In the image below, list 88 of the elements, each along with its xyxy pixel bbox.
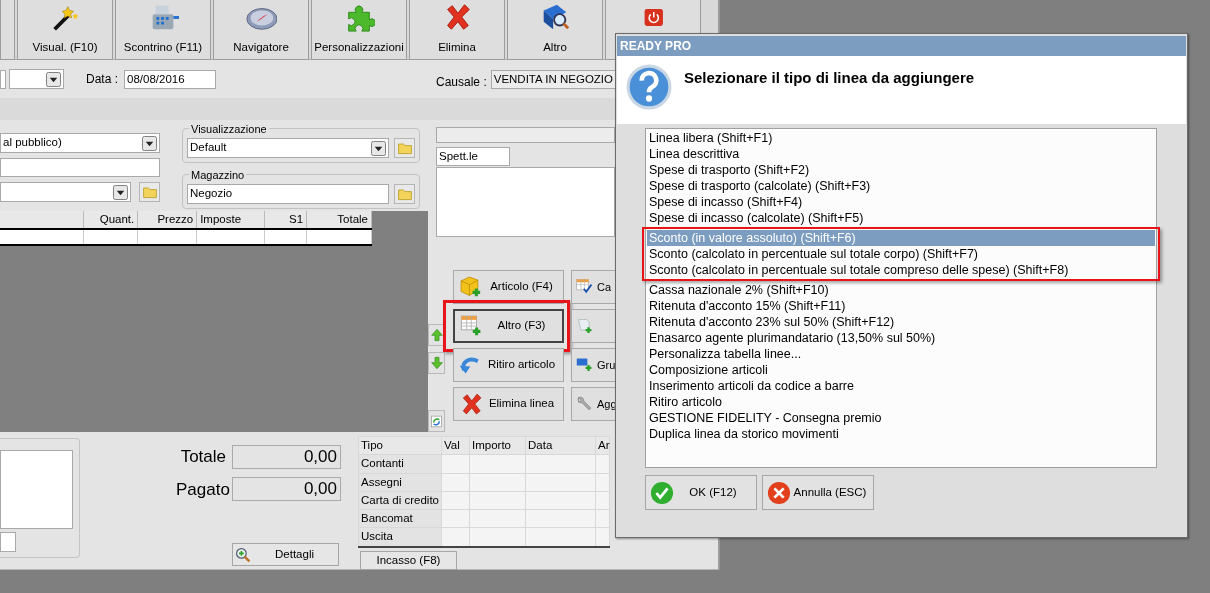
arrow-up-icon — [429, 328, 444, 342]
table-cell — [83, 229, 138, 246]
dropdown-field[interactable] — [9, 69, 64, 89]
caret-icon — [46, 71, 61, 87]
action-button[interactable]: Ritiro articolo — [453, 348, 564, 382]
list-item[interactable]: Composizione articoli — [647, 362, 1155, 378]
toolbar-button[interactable]: Elimina — [409, 0, 505, 60]
action-button[interactable]: Elimina linea — [453, 387, 564, 421]
table-cell — [137, 229, 197, 246]
table-cell — [264, 229, 307, 246]
zoom-in-icon — [235, 546, 251, 563]
folder-button[interactable] — [394, 138, 415, 158]
column-header: S1 — [264, 211, 307, 230]
amount-field: 0,00 — [232, 444, 341, 469]
column-header: Tipo — [358, 436, 442, 455]
dropdown-field[interactable]: al pubblico) — [0, 133, 160, 153]
field-label: Data : — [86, 71, 118, 88]
cancel-icon — [767, 480, 791, 505]
details-button[interactable]: Dettagli — [232, 543, 339, 566]
arrow-down-icon — [429, 356, 444, 370]
input-field[interactable]: Negozio — [187, 184, 390, 204]
list-item[interactable]: Inserimento articoli da codice a barre — [647, 378, 1155, 394]
list-item[interactable]: Spese di trasporto (calcolate) (Shift+F3) — [647, 178, 1155, 194]
toolbar-button[interactable]: Navigatore — [213, 0, 309, 60]
refresh-button[interactable] — [428, 410, 445, 432]
list-item[interactable]: Ritiro articolo — [647, 394, 1155, 410]
question-icon — [626, 64, 672, 110]
folder-button[interactable] — [139, 182, 160, 202]
field-label: Causale : — [436, 74, 487, 91]
toolbar-button[interactable] — [0, 0, 15, 60]
list-item[interactable]: Linea descrittiva — [647, 146, 1155, 162]
list-item[interactable]: Spese di trasporto (Shift+F2) — [647, 162, 1155, 178]
text-area[interactable] — [436, 166, 615, 237]
caret-icon — [113, 184, 128, 200]
cash-button[interactable]: Incasso (F8) — [360, 550, 457, 570]
folder-icon — [396, 186, 413, 202]
dropdown-field[interactable]: Default — [187, 138, 390, 158]
list-item[interactable]: GESTIONE FIDELITY - Consegna premio — [647, 410, 1155, 426]
dropdown-field[interactable] — [0, 182, 131, 202]
toolbar-button[interactable]: Personalizzazioni — [311, 0, 407, 60]
column-header: Importo — [469, 436, 526, 455]
input-field[interactable] — [436, 127, 615, 143]
date-field[interactable]: 08/08/2016 — [124, 69, 216, 89]
column-header: Quant. — [83, 211, 138, 230]
column-header: Data — [525, 436, 596, 455]
list-item[interactable]: Ritenuta d'acconto 15% (Shift+F11) — [647, 298, 1155, 314]
window-title: READY PRO — [617, 36, 1186, 56]
table-cell — [306, 229, 372, 246]
dialog-button[interactable]: OK (F12) — [645, 475, 757, 510]
amount-field: 0,00 — [232, 477, 341, 502]
column-header: Val — [441, 436, 470, 455]
column-header: Prezzo — [137, 211, 197, 230]
input-field[interactable] — [0, 532, 16, 552]
folder-icon — [396, 140, 413, 156]
list-item[interactable]: Enasarco agente plurimandatario (13,50% sul 50%) — [647, 330, 1155, 346]
list-item[interactable]: Ritenuta d'acconto 23% sul 50% (Shift+F12) — [647, 314, 1155, 330]
list-item[interactable]: Cassa nazionale 2% (Shift+F10) — [647, 282, 1155, 298]
toolbar-button[interactable]: Altro — [507, 0, 603, 60]
caret-icon — [371, 140, 387, 156]
column-header: Imposte — [196, 211, 265, 230]
total-label: Totale — [179, 446, 226, 468]
action-button[interactable] — [571, 309, 615, 343]
input-field[interactable]: Spett.le — [436, 146, 510, 166]
list-item[interactable]: Duplica linea da storico movimenti — [647, 426, 1155, 442]
input-field[interactable] — [0, 69, 6, 89]
check-icon — [650, 480, 674, 505]
refresh-icon — [429, 413, 444, 429]
list-item[interactable]: Linea libera (Shift+F1) — [647, 130, 1155, 146]
action-button[interactable]: Altro (F3) — [453, 309, 564, 343]
list-item[interactable]: Personalizza tabella linee... — [647, 346, 1155, 362]
list-item[interactable]: Sconto (calcolato in percentuale sul totale corpo) (Shift+F7) — [647, 246, 1155, 262]
table-cell — [196, 229, 265, 246]
folder-icon — [141, 184, 158, 200]
folder-button[interactable] — [394, 184, 415, 204]
action-button[interactable]: Ca — [571, 270, 615, 304]
move-button[interactable] — [428, 352, 445, 374]
dialog-button[interactable]: Annulla (ESC) — [762, 475, 874, 510]
caret-icon — [142, 135, 157, 151]
dialog-prompt: Selezionare il tipo di linea da aggiungere — [684, 68, 975, 88]
action-button[interactable]: Gru — [571, 348, 615, 382]
text-area[interactable] — [0, 450, 73, 529]
list-item[interactable]: Spese di incasso (calcolate) (Shift+F5) — [647, 210, 1155, 226]
list-item[interactable]: Spese di incasso (Shift+F4) — [647, 194, 1155, 210]
toolbar-button[interactable]: Visual. (F10) — [17, 0, 113, 60]
toolbar-button[interactable]: Scontrino (F11) — [115, 0, 211, 60]
input-field[interactable] — [0, 158, 160, 177]
column-header: Totale — [306, 211, 372, 230]
list-item[interactable]: Sconto (calcolato in percentuale sul totale compreso delle spese) (Shift+F8) — [647, 262, 1155, 278]
